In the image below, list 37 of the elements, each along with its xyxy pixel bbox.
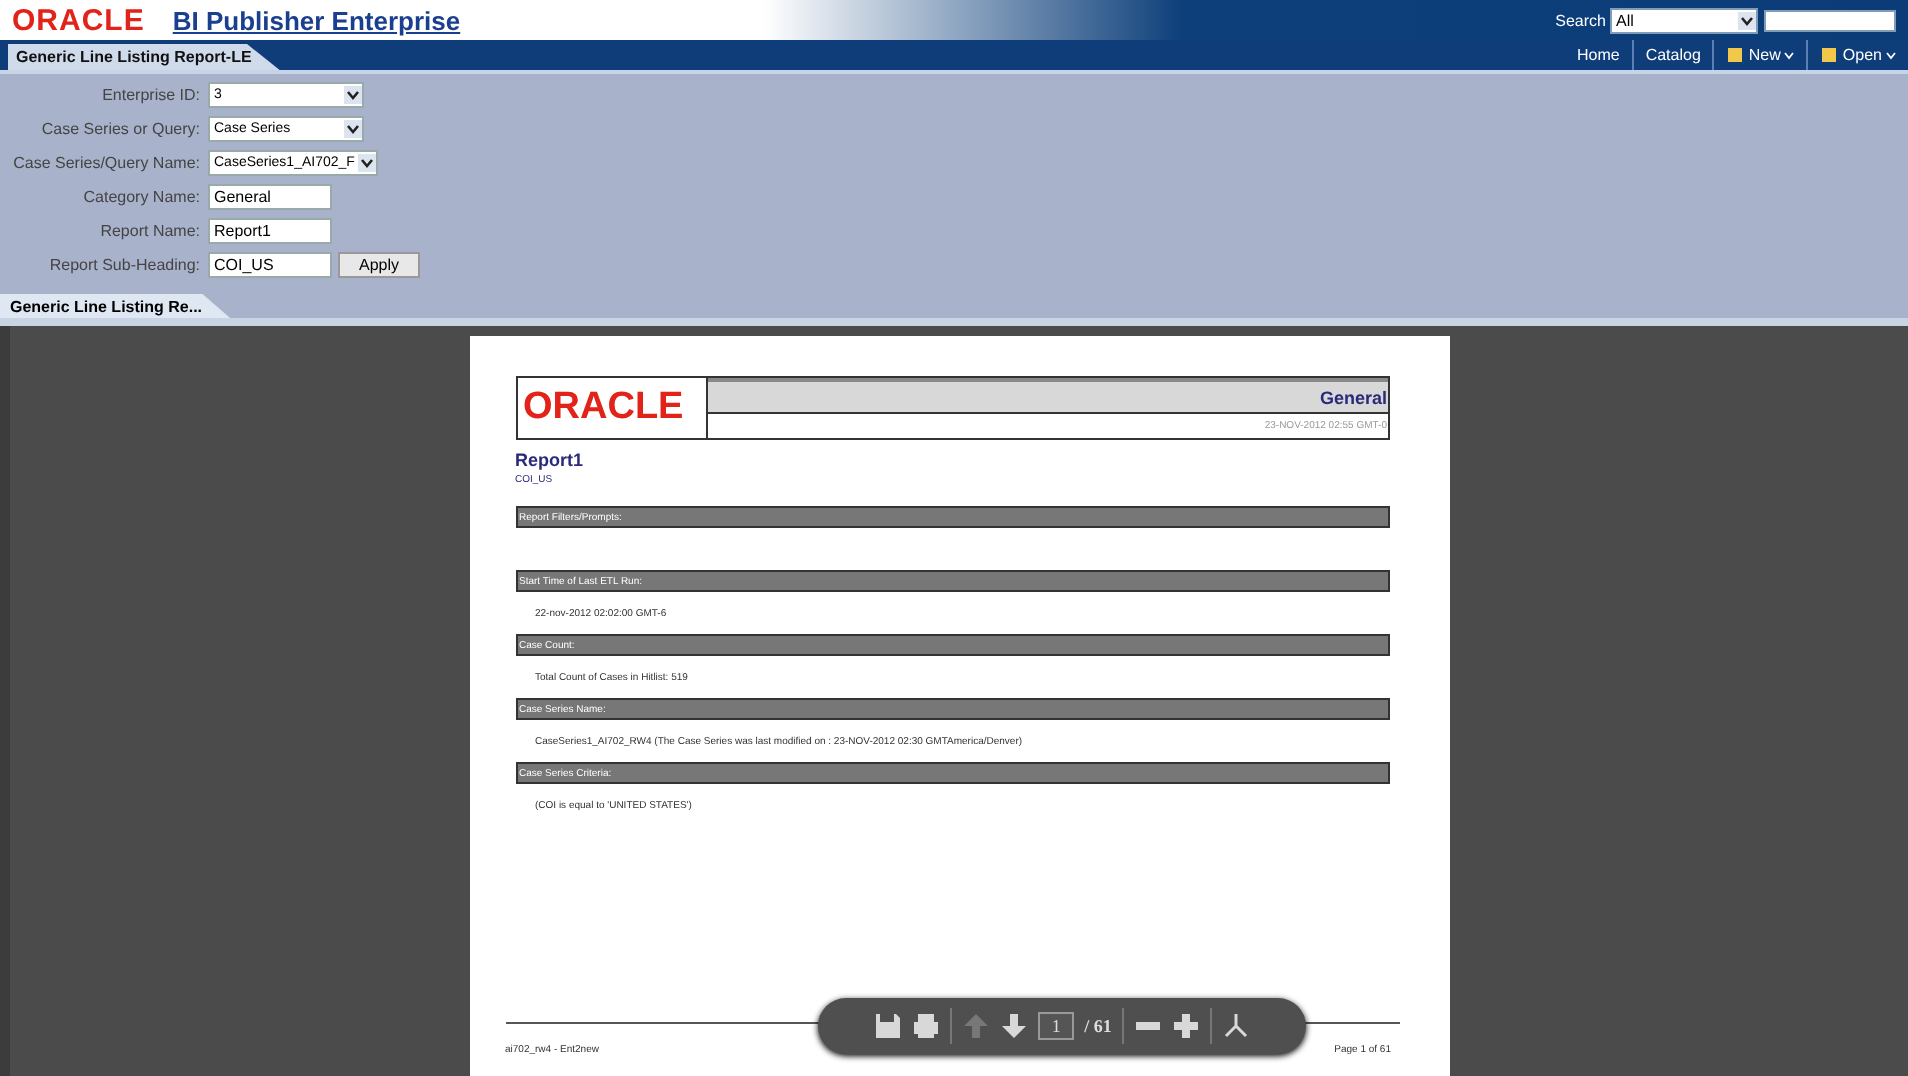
- zoom-in-button[interactable]: [1171, 1012, 1200, 1040]
- report-tab[interactable]: Generic Line Listing Report-LE: [8, 44, 280, 70]
- arrow-up-icon: [962, 1012, 991, 1040]
- parameter-label: Report Name:: [98, 222, 200, 240]
- parameter-label: Case Series/Query Name:: [11, 154, 200, 172]
- nav-link[interactable]: Home: [1564, 40, 1632, 70]
- caret-icon: [358, 154, 377, 172]
- product-title: BI Publisher Enterprise: [172, 5, 461, 35]
- parameter-field[interactable]: COI_US: [208, 252, 332, 278]
- caret-icon: [1886, 51, 1896, 59]
- viewer-tab[interactable]: Generic Line Listing Re...: [0, 294, 231, 318]
- floppy-icon: [874, 1012, 903, 1040]
- report-title: Report1: [515, 450, 586, 470]
- document-icon: [1820, 46, 1839, 64]
- arrow-down-icon: [1000, 1012, 1029, 1040]
- next-page-button[interactable]: [1000, 1012, 1029, 1040]
- page-total: / 61: [1084, 1016, 1112, 1036]
- parameter-label: Case Series or Query:: [39, 120, 200, 138]
- parameter-label: Enterprise ID:: [100, 86, 200, 104]
- parameter-field[interactable]: General: [208, 184, 332, 210]
- search-label: Search: [1555, 11, 1606, 29]
- search-scope-select[interactable]: All: [1610, 7, 1758, 33]
- caret-icon: [344, 86, 362, 104]
- caret-icon: [1784, 51, 1795, 59]
- oracle-logo: ORACLE: [12, 3, 145, 37]
- save-button[interactable]: [874, 1012, 903, 1040]
- parameter-label: Category Name:: [81, 188, 200, 206]
- caret-icon: [1738, 11, 1756, 29]
- page-number-field[interactable]: 1: [1038, 1012, 1075, 1040]
- apply-button[interactable]: Apply: [338, 252, 420, 278]
- document-icon: [1726, 46, 1745, 64]
- parameter-field[interactable]: Report1: [208, 218, 332, 244]
- caret-icon: [344, 120, 362, 138]
- header-band: General: [707, 378, 1387, 414]
- plus-icon: [1171, 1012, 1200, 1040]
- parameter-label: Report Sub-Heading:: [47, 256, 200, 274]
- search-field[interactable]: [1764, 9, 1896, 31]
